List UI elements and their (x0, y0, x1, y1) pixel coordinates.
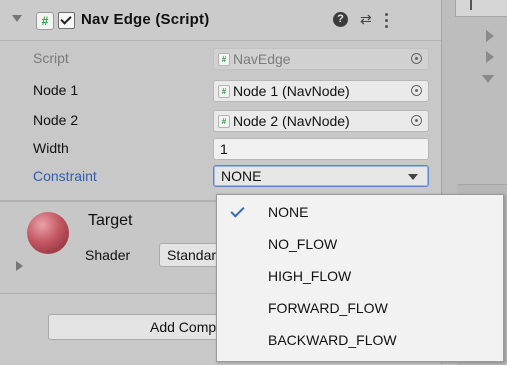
expand-arrow-icon[interactable] (486, 30, 494, 42)
width-input[interactable]: 1 (213, 138, 429, 160)
shader-label: Shader (85, 247, 131, 263)
node2-field[interactable]: # Node 2 (NavNode) (213, 110, 429, 132)
component-title: Nav Edge (Script) (81, 11, 210, 28)
script-label: Script (33, 50, 69, 66)
side-panel-mark (470, 0, 472, 10)
kebab-menu-icon[interactable] (381, 10, 391, 28)
constraint-dropdown[interactable]: NONE (213, 165, 429, 187)
menu-item-label: NO_FLOW (268, 236, 338, 252)
material-preview (27, 212, 69, 254)
menu-item-forward-flow[interactable]: FORWARD_FLOW (217, 292, 503, 324)
preset-icon[interactable]: ⇄ (360, 11, 372, 28)
object-picker-icon[interactable] (411, 85, 422, 96)
menu-item-backward-flow[interactable]: BACKWARD_FLOW (217, 324, 503, 356)
node2-value: Node 2 (NavNode) (233, 113, 350, 129)
object-picker-icon[interactable] (411, 115, 422, 126)
collapse-arrow-icon[interactable] (482, 75, 494, 83)
constraint-menu: NONE NO_FLOW HIGH_FLOW FORWARD_FLOW BACK… (216, 194, 504, 362)
script-icon: # (218, 53, 230, 66)
menu-item-label: HIGH_FLOW (268, 268, 352, 284)
checkmark-icon (60, 13, 72, 25)
help-icon[interactable]: ? (333, 12, 348, 27)
menu-item-label: FORWARD_FLOW (268, 300, 388, 316)
script-icon: # (218, 85, 230, 98)
menu-item-high-flow[interactable]: HIGH_FLOW (217, 260, 503, 292)
script-field: # NavEdge (213, 48, 429, 70)
node2-label: Node 2 (33, 112, 79, 128)
script-value: NavEdge (233, 51, 291, 67)
node1-value: Node 1 (NavNode) (233, 83, 350, 99)
menu-item-label: BACKWARD_FLOW (268, 332, 397, 348)
fold-arrow-icon[interactable] (16, 261, 23, 271)
menu-item-label: NONE (268, 204, 309, 220)
object-picker-icon (411, 53, 422, 64)
constraint-label: Constraint (33, 168, 97, 184)
width-value: 1 (220, 141, 228, 157)
checkmark-icon (230, 203, 245, 218)
material-name: Target (88, 212, 133, 229)
dropdown-caret-icon (408, 174, 418, 180)
constraint-value: NONE (221, 168, 262, 184)
menu-item-no-flow[interactable]: NO_FLOW (217, 228, 503, 260)
component-enabled-checkbox[interactable] (58, 12, 75, 29)
width-label: Width (33, 140, 69, 156)
component-header[interactable]: # Nav Edge (Script) ? ⇄ (0, 0, 441, 41)
script-icon: # (218, 115, 230, 128)
side-panel-tab[interactable] (455, 0, 507, 17)
fold-arrow-icon[interactable] (12, 15, 22, 22)
menu-item-none[interactable]: NONE (217, 196, 503, 228)
node1-field[interactable]: # Node 1 (NavNode) (213, 80, 429, 102)
expand-arrow-icon[interactable] (486, 51, 494, 63)
node1-label: Node 1 (33, 82, 79, 98)
script-icon: # (36, 12, 54, 30)
